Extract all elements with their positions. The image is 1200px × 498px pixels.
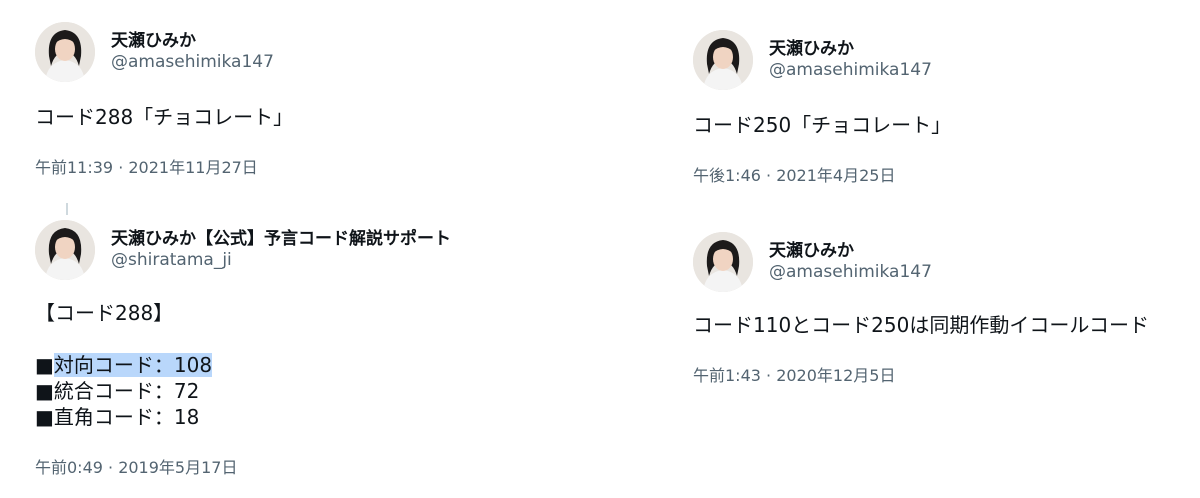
username[interactable]: @amasehimika147 bbox=[769, 262, 932, 282]
username[interactable]: @amasehimika147 bbox=[769, 60, 932, 80]
tweet-text: コード250「チョコレート」 bbox=[693, 113, 952, 137]
timestamp[interactable]: 午前1:43 · 2020年12月5日 bbox=[693, 362, 895, 386]
username[interactable]: @amasehimika147 bbox=[111, 52, 274, 72]
profile-photo-icon bbox=[35, 22, 95, 82]
avatar[interactable] bbox=[35, 22, 95, 82]
tweet-text: コード110とコード250は同期作動イコールコード bbox=[693, 313, 1149, 337]
profile-photo-icon bbox=[35, 220, 95, 280]
display-name[interactable]: 天瀬ひみか bbox=[769, 34, 854, 59]
avatar[interactable] bbox=[35, 220, 95, 280]
selected-text: 対向コード：108 bbox=[53, 353, 213, 377]
tweet-line-item: ■対向コード：108 bbox=[35, 352, 213, 378]
timestamp[interactable]: 午前11:39 · 2021年11月27日 bbox=[35, 154, 258, 178]
avatar[interactable] bbox=[693, 232, 753, 292]
bullet: ■ bbox=[35, 353, 54, 377]
tweet-1[interactable]: 天瀬ひみか @amasehimika147 コード288「チョコレート」 午前1… bbox=[35, 22, 555, 182]
tweet-line-item: ■統合コード：72 bbox=[35, 379, 200, 403]
timestamp[interactable]: 午後1:46 · 2021年4月25日 bbox=[693, 162, 895, 186]
thread-connector bbox=[66, 203, 68, 215]
display-name[interactable]: 天瀬ひみか【公式】予言コード解説サポート bbox=[111, 224, 451, 249]
tweet-text: コード288「チョコレート」 bbox=[35, 105, 294, 129]
tweet-line-item: ■直角コード：18 bbox=[35, 405, 200, 429]
display-name[interactable]: 天瀬ひみか bbox=[769, 236, 854, 261]
tweet-4[interactable]: 天瀬ひみか @amasehimika147 コード110とコード250は同期作動… bbox=[693, 232, 1183, 392]
profile-photo-icon bbox=[693, 30, 753, 90]
tweet-line-title: 【コード288】 bbox=[35, 301, 174, 325]
display-name[interactable]: 天瀬ひみか bbox=[111, 26, 196, 51]
profile-photo-icon bbox=[693, 232, 753, 292]
tweet-2[interactable]: 天瀬ひみか【公式】予言コード解説サポート @shiratama_ji 【コード2… bbox=[35, 220, 595, 480]
avatar[interactable] bbox=[693, 30, 753, 90]
tweet-3[interactable]: 天瀬ひみか @amasehimika147 コード250「チョコレート」 午後1… bbox=[693, 30, 1173, 190]
timestamp[interactable]: 午前0:49 · 2019年5月17日 bbox=[35, 454, 237, 478]
tweet-text: 【コード288】 ■対向コード：108 ■統合コード：72 ■直角コード：18 bbox=[35, 300, 213, 430]
username[interactable]: @shiratama_ji bbox=[111, 250, 232, 270]
